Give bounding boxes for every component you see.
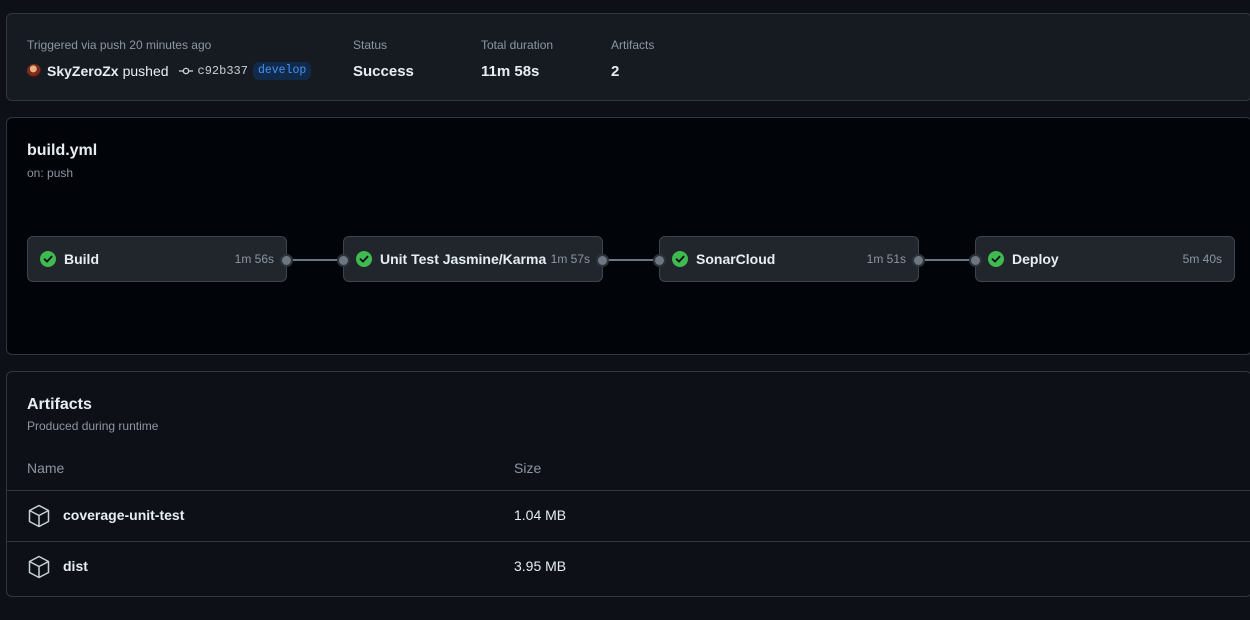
- job-connector: [920, 259, 974, 261]
- git-commit-icon: [178, 64, 193, 78]
- avatar[interactable]: [27, 64, 41, 78]
- package-icon: [28, 504, 50, 533]
- connector-dot: [653, 254, 666, 267]
- package-icon: [28, 555, 50, 584]
- connector-dot: [337, 254, 350, 267]
- duration-value: 11m 58s: [481, 63, 540, 80]
- success-check-icon: [672, 251, 688, 272]
- artifacts-subtitle: Produced during runtime: [27, 419, 159, 433]
- job-connector: [604, 259, 658, 261]
- artifacts-panel: Artifacts Produced during runtime Name S…: [6, 371, 1250, 597]
- branch-badge[interactable]: develop: [252, 62, 312, 80]
- job-sonarcloud[interactable]: SonarCloud 1m 51s: [653, 236, 925, 282]
- success-check-icon: [40, 251, 56, 272]
- job-connector: [288, 259, 342, 261]
- artifacts-title: Artifacts: [27, 396, 92, 413]
- actor-link[interactable]: SkyZeroZx: [47, 61, 119, 81]
- run-summary: Triggered via push 20 minutes ago SkyZer…: [6, 13, 1250, 101]
- job-build[interactable]: Build 1m 56s: [27, 236, 293, 282]
- table-row: coverage-unit-test 1.04 MB: [7, 491, 1250, 542]
- workflow-trigger: on: push: [27, 166, 74, 180]
- connector-dot: [912, 254, 925, 267]
- job-name: SonarCloud: [696, 251, 776, 267]
- table-row: dist 3.95 MB: [7, 542, 1250, 592]
- column-header-name: Name: [27, 460, 65, 476]
- job-deploy[interactable]: Deploy 5m 40s: [969, 236, 1235, 282]
- workflow-graph: build.yml on: push Build 1m 56s Unit Tes…: [6, 117, 1250, 355]
- artifacts-count-field: Artifacts 2: [611, 37, 654, 82]
- artifact-size: 3.95 MB: [514, 558, 567, 574]
- artifact-size: 1.04 MB: [514, 507, 567, 523]
- success-check-icon: [988, 251, 1004, 272]
- duration-label: Total duration: [481, 38, 554, 52]
- job-duration: 1m 56s: [234, 252, 274, 266]
- success-check-icon: [356, 251, 372, 272]
- connector-dot: [969, 254, 982, 267]
- commit-sha-link[interactable]: c92b337: [198, 61, 248, 81]
- artifacts-table-header: Name Size: [7, 452, 1250, 491]
- job-name: Build: [64, 251, 99, 267]
- workflow-title[interactable]: build.yml: [27, 142, 97, 160]
- artifact-name-link[interactable]: coverage-unit-test: [63, 507, 184, 523]
- job-duration: 1m 51s: [866, 252, 906, 266]
- job-duration: 1m 57s: [550, 252, 590, 266]
- connector-dot: [280, 254, 293, 267]
- duration-field: Total duration 11m 58s: [481, 37, 553, 82]
- job-duration: 5m 40s: [1182, 252, 1222, 266]
- column-header-size: Size: [514, 460, 542, 476]
- job-unit-test[interactable]: Unit Test Jasmine/Karma 1m 57s: [337, 236, 609, 282]
- status-label: Status: [353, 38, 388, 52]
- status-field: Status Success: [353, 37, 414, 82]
- trigger-info: Triggered via push 20 minutes ago SkyZer…: [27, 37, 312, 81]
- job-name: Deploy: [1012, 251, 1059, 267]
- status-value: Success: [353, 63, 414, 80]
- trigger-label: Triggered via push 20 minutes ago: [27, 38, 212, 52]
- artifact-name-link[interactable]: dist: [63, 558, 88, 574]
- artifacts-count-value[interactable]: 2: [611, 62, 654, 82]
- artifacts-count-label: Artifacts: [611, 38, 655, 52]
- action-text: pushed: [122, 63, 169, 79]
- connector-dot: [596, 254, 609, 267]
- job-name: Unit Test Jasmine/Karma: [380, 251, 547, 267]
